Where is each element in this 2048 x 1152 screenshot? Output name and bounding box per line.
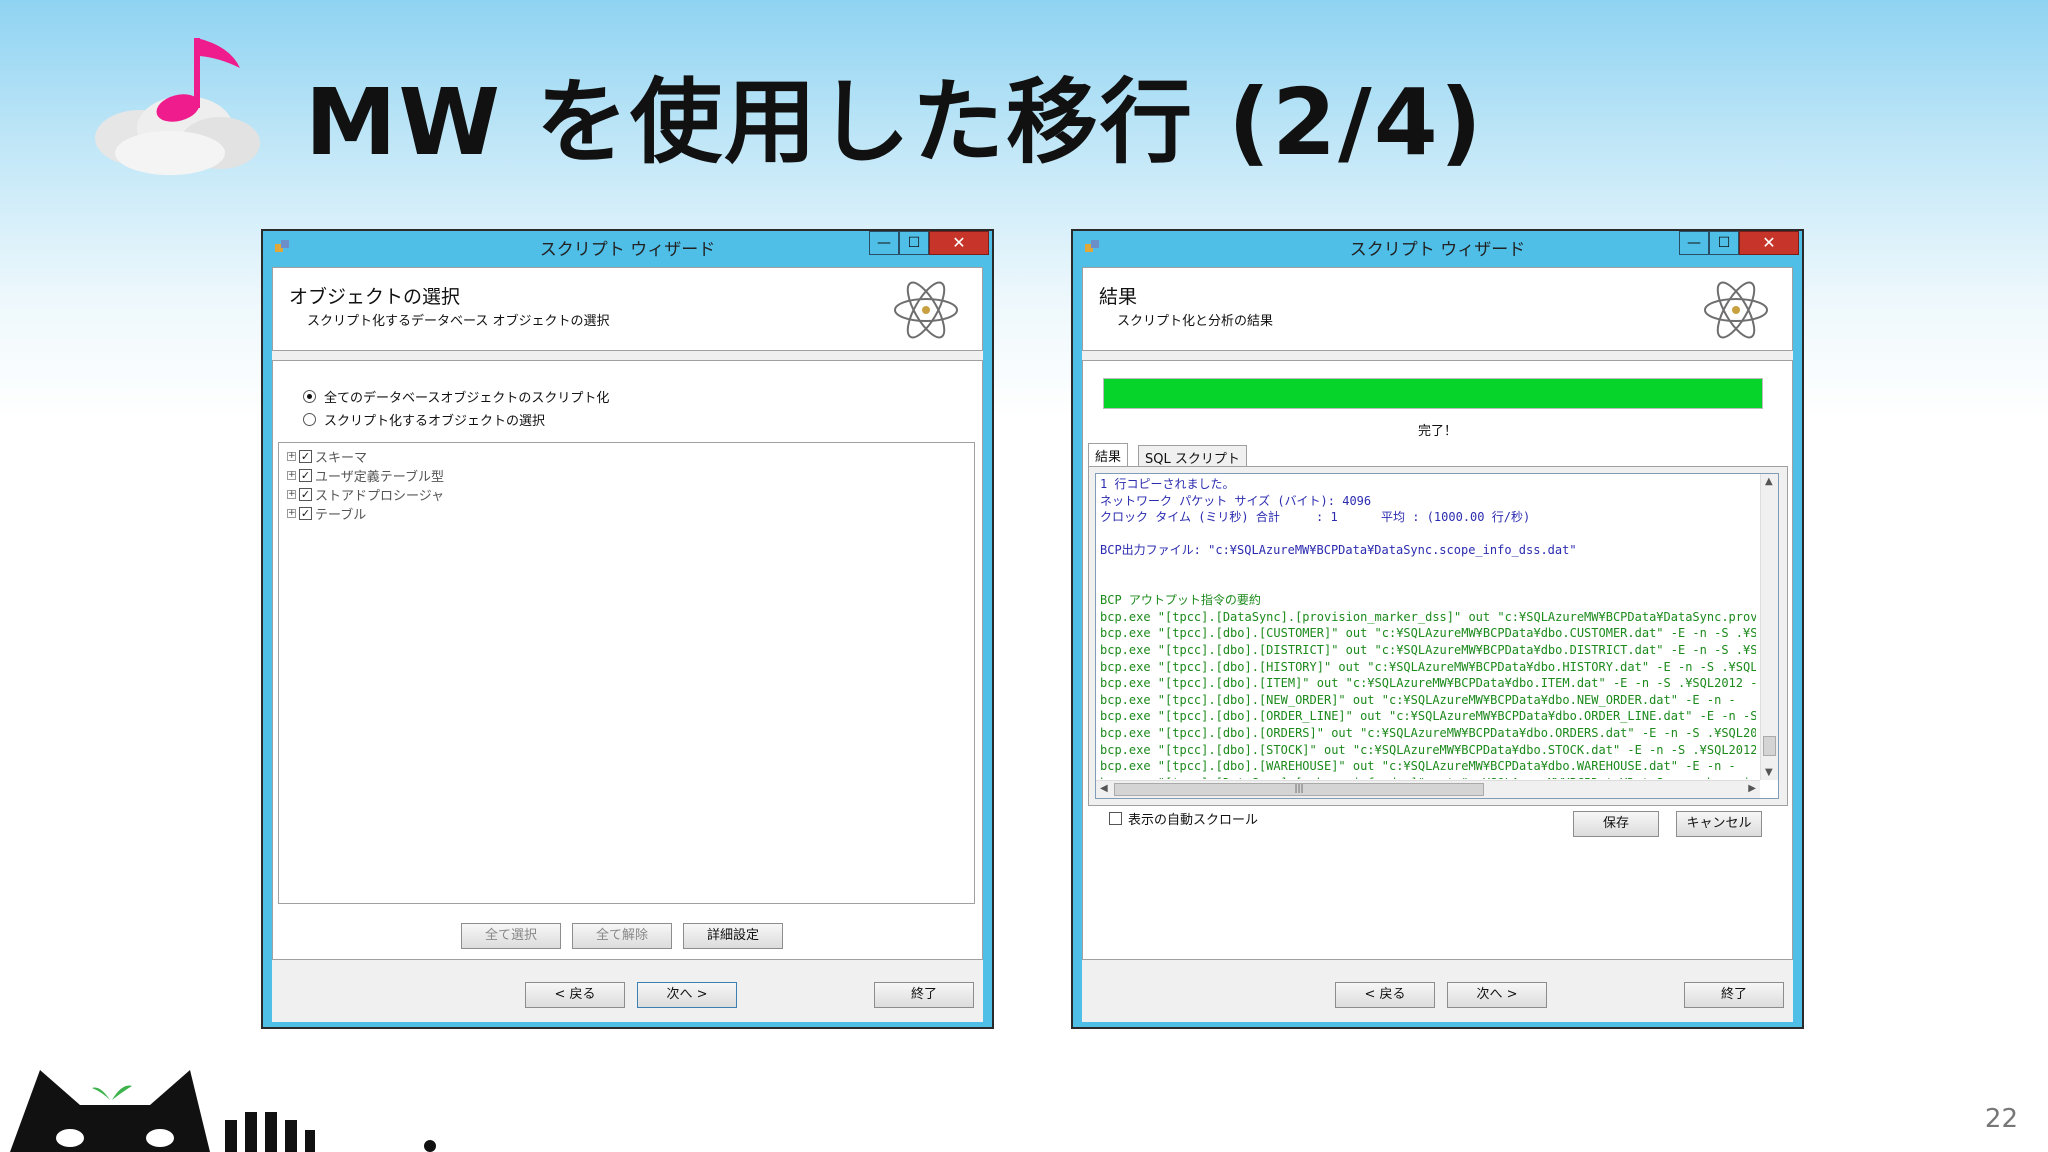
- close-button[interactable]: ✕: [1739, 231, 1799, 255]
- finish-button[interactable]: 終了: [1684, 982, 1784, 1008]
- expand-icon[interactable]: +: [287, 471, 296, 480]
- object-selection-panel: 全てのデータベースオブジェクトのスクリプト化 スクリプト化するオブジェクトの選択…: [272, 360, 983, 960]
- tree-item-label: スキーマ: [315, 451, 368, 466]
- script-wizard-window-object-selection: スクリプト ウィザード — ☐ ✕ オブジェクトの選択 スクリプト化するデータベ…: [261, 229, 994, 1029]
- deselect-all-button[interactable]: 全て解除: [572, 923, 672, 949]
- log-line: BCP出力ファイル: "c:¥SQLAzureMW¥BCPData¥DataSy…: [1100, 543, 1577, 558]
- tree-item-label: テーブル: [315, 508, 367, 523]
- header-title: 結果: [1099, 286, 1138, 308]
- tab-content: 1 行コピーされました。ネットワーク パケット サイズ (バイト): 4096 ク…: [1088, 466, 1788, 806]
- scroll-left-icon[interactable]: ◀: [1100, 783, 1108, 794]
- log-line: bcp.exe "[tpcc].[dbo].[WAREHOUSE]" out "…: [1100, 759, 1736, 774]
- tree-item-user-defined-table-type[interactable]: + ✓ ユーザ定義テーブル型: [287, 466, 444, 485]
- radio-button[interactable]: [303, 413, 316, 426]
- progress-bar: [1103, 378, 1763, 409]
- radio-all-label: 全てのデータベースオブジェクトのスクリプト化: [324, 391, 610, 406]
- expand-icon[interactable]: +: [287, 509, 296, 518]
- titlebar[interactable]: スクリプト ウィザード — ☐ ✕: [1073, 231, 1802, 265]
- log-line: BCP アウトプット指令の要約: [1100, 593, 1261, 608]
- wizard-header: オブジェクトの選択 スクリプト化するデータベース オブジェクトの選択: [272, 267, 983, 351]
- log-line: bcp.exe "[tpcc].[dbo].[ORDER_LINE]" out …: [1100, 709, 1756, 724]
- log-line: 1 行コピーされました。: [1100, 477, 1235, 491]
- cancel-button[interactable]: キャンセル: [1676, 811, 1762, 837]
- script-wizard-window-results: スクリプト ウィザード — ☐ ✕ 結果 スクリプト化と分析の結果 完了！ 結果…: [1071, 229, 1804, 1029]
- tab-result[interactable]: 結果: [1088, 443, 1129, 467]
- autoscroll-option[interactable]: 表示の自動スクロール: [1109, 809, 1258, 828]
- radio-select-label: スクリプト化するオブジェクトの選択: [324, 414, 546, 429]
- cat-illustration: [10, 1070, 436, 1152]
- window-client: 結果 スクリプト化と分析の結果 完了！ 結果 SQL スクリプト 1 行コピーさ…: [1082, 267, 1793, 1022]
- atom-icon: [1704, 281, 1768, 339]
- back-button[interactable]: < 戻る: [1335, 982, 1435, 1008]
- radio-all-objects[interactable]: 全てのデータベースオブジェクトのスクリプト化: [303, 387, 609, 406]
- header-subtitle: スクリプト化と分析の結果: [1117, 314, 1274, 329]
- minimize-button[interactable]: —: [869, 231, 899, 255]
- scroll-right-icon[interactable]: ▶: [1748, 783, 1756, 794]
- log-line: bcp.exe "[tpcc].[dbo].[CUSTOMER]" out "c…: [1100, 626, 1756, 641]
- wizard-header: 結果 スクリプト化と分析の結果: [1082, 267, 1793, 351]
- wizard-nav-bar: < 戻る 次へ > 終了: [272, 967, 983, 1022]
- log-line: クロック タイム (ミリ秒) 合計 : 1 平均 : (1000.00 行/秒): [1100, 510, 1531, 525]
- log-line: bcp.exe "[tpcc].[dbo].[ORDERS]" out "c:¥…: [1100, 725, 1756, 740]
- log-line: bcp.exe "[tpcc].[dbo].[STOCK]" out "c:¥S…: [1100, 742, 1756, 757]
- results-panel: 完了！ 結果 SQL スクリプト 1 行コピーされました。ネットワーク パケット…: [1082, 360, 1793, 960]
- page-number: 22: [1984, 1104, 2018, 1134]
- log-line: bcp.exe "[tpcc].[dbo].[NEW_ORDER]" out "…: [1100, 692, 1736, 707]
- maximize-button[interactable]: ☐: [899, 231, 929, 255]
- wizard-nav-bar: < 戻る 次へ > 終了: [1082, 967, 1793, 1022]
- titlebar[interactable]: スクリプト ウィザード — ☐ ✕: [263, 231, 992, 265]
- result-log-textbox[interactable]: 1 行コピーされました。ネットワーク パケット サイズ (バイト): 4096 ク…: [1095, 473, 1779, 799]
- tree-item-label: ユーザ定義テーブル型: [315, 470, 444, 485]
- checkbox-checked[interactable]: ✓: [299, 469, 312, 482]
- header-title: オブジェクトの選択: [289, 286, 461, 308]
- log-line: bcp.exe "[tpcc].[DataSync].[provision_ma…: [1100, 609, 1756, 624]
- scroll-up-icon[interactable]: ▲: [1765, 476, 1773, 487]
- checkbox-unchecked[interactable]: [1109, 812, 1122, 825]
- close-button[interactable]: ✕: [929, 231, 989, 255]
- log-line: bcp.exe "[tpcc].[dbo].[HISTORY]" out "c:…: [1100, 659, 1756, 674]
- finish-button[interactable]: 終了: [874, 982, 974, 1008]
- radio-select-objects[interactable]: スクリプト化するオブジェクトの選択: [303, 410, 545, 429]
- maximize-button[interactable]: ☐: [1709, 231, 1739, 255]
- tree-item-schema[interactable]: + ✓ スキーマ: [287, 447, 367, 466]
- log-line: bcp.exe "[tpcc].[dbo].[DISTRICT]" out "c…: [1100, 642, 1756, 657]
- vertical-scrollbar[interactable]: ▲ ▼: [1760, 474, 1778, 780]
- horizontal-scrollbar[interactable]: ◀ ||| ▶: [1096, 780, 1760, 798]
- log-text-area: 1 行コピーされました。ネットワーク パケット サイズ (バイト): 4096 ク…: [1100, 476, 1756, 779]
- tree-item-stored-procedure[interactable]: + ✓ ストアドプロシージャ: [287, 485, 444, 504]
- checkbox-checked[interactable]: ✓: [299, 488, 312, 501]
- tree-item-table[interactable]: + ✓ テーブル: [287, 504, 366, 523]
- checkbox-checked[interactable]: ✓: [299, 450, 312, 463]
- completion-status: 完了！: [1417, 424, 1457, 439]
- log-line: ネットワーク パケット サイズ (バイト): 4096: [1100, 493, 1372, 508]
- back-button[interactable]: < 戻る: [525, 982, 625, 1008]
- scroll-thumb[interactable]: |||: [1114, 783, 1484, 796]
- log-line: bcp.exe "[tpcc].[dbo].[ITEM]" out "c:¥SQ…: [1100, 676, 1756, 691]
- checkbox-checked[interactable]: ✓: [299, 507, 312, 520]
- select-all-button[interactable]: 全て選択: [461, 923, 561, 949]
- atom-icon: [894, 281, 958, 339]
- save-button[interactable]: 保存: [1573, 811, 1659, 837]
- log-line: bcp.exe "[tpcc].[DataSync].[schema_info_…: [1100, 775, 1756, 779]
- next-button[interactable]: 次へ >: [1447, 982, 1547, 1008]
- scroll-down-icon[interactable]: ▼: [1765, 767, 1773, 778]
- advanced-settings-button[interactable]: 詳細設定: [683, 923, 783, 949]
- window-client: オブジェクトの選択 スクリプト化するデータベース オブジェクトの選択 全てのデー…: [272, 267, 983, 1022]
- slide-title: MW を使用した移行 (2/4): [305, 69, 1484, 176]
- object-tree[interactable]: + ✓ スキーマ + ✓ ユーザ定義テーブル型 + ✓ ストアドプロシージャ +…: [278, 442, 975, 904]
- autoscroll-label: 表示の自動スクロール: [1128, 813, 1259, 828]
- tree-item-label: ストアドプロシージャ: [315, 489, 445, 504]
- header-subtitle: スクリプト化するデータベース オブジェクトの選択: [307, 314, 610, 329]
- radio-button-selected[interactable]: [303, 390, 316, 403]
- next-button[interactable]: 次へ >: [637, 982, 737, 1008]
- music-cloud-logo: [95, 38, 260, 175]
- minimize-button[interactable]: —: [1679, 231, 1709, 255]
- expand-icon[interactable]: +: [287, 490, 296, 499]
- expand-icon[interactable]: +: [287, 452, 296, 461]
- scroll-thumb[interactable]: [1763, 736, 1776, 756]
- tab-sql-script[interactable]: SQL スクリプト: [1138, 445, 1247, 467]
